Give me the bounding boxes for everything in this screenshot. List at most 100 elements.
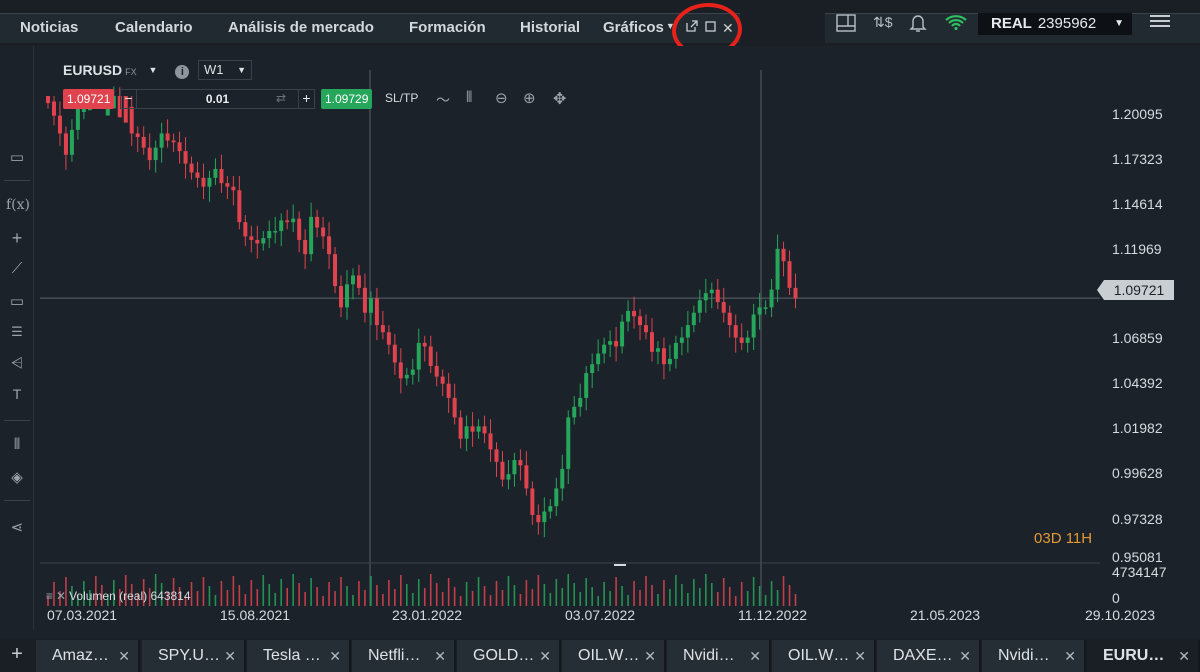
candle-body: [243, 222, 248, 237]
volume-indicator-label[interactable]: ≡ ✕ Volumen (real) 643814: [46, 589, 191, 603]
instrument-tab[interactable]: SPY.U… ✕: [142, 640, 246, 672]
volume-bar: [358, 581, 360, 606]
bell-icon[interactable]: [909, 13, 927, 33]
volume-bar: [376, 585, 378, 606]
indicators-fx-icon[interactable]: f(x): [6, 197, 30, 213]
crosshair-icon[interactable]: +: [6, 228, 28, 249]
close-icon[interactable]: ✕: [854, 640, 866, 672]
close-icon[interactable]: ✕: [1178, 640, 1190, 672]
tab-formacion[interactable]: Formación: [409, 14, 486, 44]
move-icon[interactable]: ✥: [553, 89, 566, 109]
tab-calendario[interactable]: Calendario: [115, 14, 193, 44]
volume-bar: [202, 577, 205, 606]
volume-bar: [340, 577, 342, 606]
volume-bar: [292, 574, 294, 606]
tab-noticias[interactable]: Noticias: [20, 14, 78, 44]
quantity-stepper[interactable]: − 0.01 ⇄ +: [120, 89, 315, 109]
volume-bar: [507, 576, 510, 606]
close-icon[interactable]: ✕: [1064, 640, 1076, 672]
display-icon[interactable]: ▭: [6, 148, 28, 166]
sltp-button[interactable]: SL/TP: [385, 91, 418, 105]
tab-graficos[interactable]: Gráficos ▼: [603, 14, 675, 44]
timeframe-selector[interactable]: W1 ▼: [198, 60, 252, 80]
instrument-tab-label: Netfli…: [368, 647, 421, 664]
candle-body: [673, 342, 678, 359]
instrument-tab[interactable]: Tesla … ✕: [247, 640, 351, 672]
fibonacci-icon[interactable]: ☰: [6, 324, 28, 340]
zoom-out-icon[interactable]: ⊖: [495, 89, 508, 107]
date-tick: 07.03.2021: [47, 607, 118, 623]
volume-bar: [579, 592, 582, 606]
volume-bar: [304, 592, 306, 606]
instrument-tab[interactable]: OIL.W… ✕: [562, 640, 666, 672]
candle-body: [775, 248, 780, 290]
instrument-tab[interactable]: OIL.W… ✕: [772, 640, 876, 672]
volume-bar: [549, 593, 552, 606]
volume-bar: [477, 577, 480, 606]
close-icon[interactable]: ✕: [749, 640, 761, 672]
instrument-tab[interactable]: Nvidi… ✕: [982, 640, 1086, 672]
tab-analisis-de-mercado[interactable]: Análisis de mercado: [228, 14, 374, 44]
symbol-selector[interactable]: EURUSD FX ▼ i: [63, 62, 190, 80]
close-icon[interactable]: ✕: [224, 640, 236, 672]
text-icon[interactable]: T: [6, 386, 28, 402]
line-chart-icon[interactable]: 〜: [436, 90, 450, 110]
menu-icon[interactable]: [1150, 15, 1170, 30]
volume-bar: [286, 588, 288, 606]
candle-body: [644, 325, 648, 333]
price-tick: 1.14614: [1112, 196, 1163, 212]
buy-price-button[interactable]: 1.09729: [321, 89, 373, 109]
close-icon[interactable]: ✕: [118, 640, 130, 672]
candle-body: [542, 511, 547, 523]
trendline-icon[interactable]: ⟋: [6, 260, 28, 277]
settings-icon[interactable]: ≡: [46, 589, 53, 603]
increase-button[interactable]: +: [298, 90, 314, 108]
currency-exchange-icon[interactable]: ⇅$: [873, 14, 893, 34]
close-icon[interactable]: ✕: [434, 640, 446, 672]
close-icon[interactable]: ✕: [959, 640, 971, 672]
chart-area[interactable]: [0, 46, 1200, 630]
layout-icon[interactable]: [836, 14, 856, 34]
candle-body: [189, 163, 194, 173]
layers-icon[interactable]: ◈: [6, 468, 28, 486]
close-icon[interactable]: ✕: [644, 640, 656, 672]
instrument-tab[interactable]: Nvidi… ✕: [667, 640, 771, 672]
close-icon[interactable]: ✕: [539, 640, 551, 672]
candle-body: [291, 218, 296, 223]
chart-type-icon[interactable]: ⫴: [6, 436, 28, 453]
volume-bar: [531, 589, 534, 606]
info-icon[interactable]: i: [175, 65, 190, 79]
volume-bar: [752, 577, 755, 606]
add-tab-button[interactable]: +: [0, 638, 34, 672]
instrument-tab-active[interactable]: EURU… ✕: [1087, 640, 1200, 672]
zoom-in-icon[interactable]: ⊕: [523, 89, 536, 107]
candle-body: [159, 133, 164, 148]
candle-body: [141, 136, 146, 148]
volume-bar: [651, 585, 653, 606]
volume-bar: [746, 591, 749, 606]
close-icon[interactable]: ✕: [56, 589, 66, 603]
rectangle-icon[interactable]: ▭: [6, 292, 28, 310]
candles-icon[interactable]: ⫴: [466, 89, 472, 106]
sell-price-button[interactable]: 1.09721: [63, 89, 115, 109]
candle-body: [733, 325, 738, 338]
instrument-tab[interactable]: Amaz… ✕: [36, 640, 140, 672]
instrument-tab[interactable]: DAXE… ✕: [877, 640, 981, 672]
volume-bar: [633, 581, 635, 606]
pitchfork-icon[interactable]: ⩤: [6, 355, 28, 372]
volume-bar: [728, 587, 731, 606]
tab-historial[interactable]: Historial: [520, 14, 580, 44]
candle-body: [781, 248, 786, 262]
instrument-tab[interactable]: Netfli… ✕: [352, 640, 456, 672]
swap-icon[interactable]: ⇄: [273, 90, 289, 108]
volume-bar: [256, 589, 259, 606]
share-icon[interactable]: ⋖: [6, 518, 28, 536]
candle-body: [739, 337, 744, 343]
candle-body: [608, 341, 613, 345]
volume-value: 643814: [150, 589, 191, 603]
instrument-tab[interactable]: GOLD… ✕: [457, 640, 561, 672]
account-selector[interactable]: REAL 2395962 ▼: [978, 13, 1132, 35]
volume-bar: [322, 596, 324, 606]
close-icon[interactable]: ✕: [329, 640, 341, 672]
countdown-days-unit: D: [1050, 530, 1062, 547]
